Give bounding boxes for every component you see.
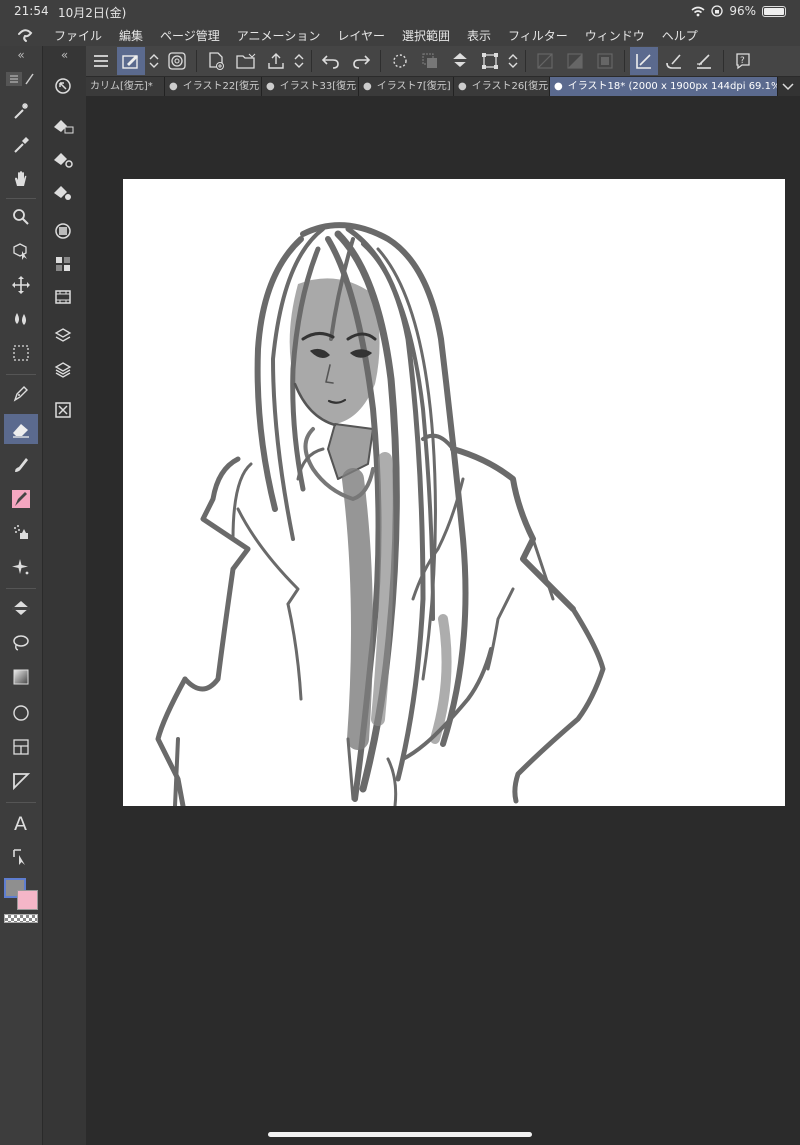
sub-tool-panel: « bbox=[42, 46, 86, 1145]
transform-options-icon[interactable] bbox=[505, 47, 521, 75]
menu-animation[interactable]: アニメーション bbox=[237, 27, 321, 44]
blend-icon[interactable] bbox=[4, 304, 38, 334]
selection-frame-icon[interactable] bbox=[591, 47, 619, 75]
auto-select-icon[interactable] bbox=[386, 47, 414, 75]
layer-property-icon[interactable] bbox=[49, 323, 77, 351]
airbrush-icon[interactable] bbox=[4, 518, 38, 548]
status-right: 96% bbox=[691, 4, 786, 18]
undo-icon[interactable] bbox=[317, 47, 345, 75]
menu-bar: ファイル 編集 ページ管理 アニメーション レイヤー 選択範囲 表示 フィルター… bbox=[0, 24, 800, 46]
tab-document-4[interactable]: ● イラスト7[復元] bbox=[359, 77, 454, 96]
menu-file[interactable]: ファイル bbox=[54, 27, 102, 44]
layers-icon[interactable] bbox=[49, 356, 77, 384]
object-select-icon[interactable] bbox=[4, 236, 38, 266]
battery-icon bbox=[762, 5, 786, 17]
menu-layer[interactable]: レイヤー bbox=[337, 27, 385, 44]
eyedropper-icon[interactable] bbox=[4, 130, 38, 160]
command-bar: ? bbox=[86, 46, 800, 76]
redo-icon[interactable] bbox=[347, 47, 375, 75]
balloon-icon[interactable] bbox=[4, 842, 38, 872]
sketch-artwork bbox=[155, 222, 606, 806]
text-icon[interactable]: A bbox=[4, 808, 38, 838]
tab-document-2[interactable]: ● イラスト22[復元 bbox=[165, 77, 262, 96]
help-icon[interactable]: ? bbox=[729, 47, 757, 75]
eraser-icon[interactable] bbox=[4, 414, 38, 444]
ruler-icon[interactable] bbox=[4, 766, 38, 796]
menu-edit[interactable]: 編集 bbox=[119, 27, 143, 44]
sub-eraser-icon[interactable] bbox=[49, 113, 77, 141]
clear-selection-icon[interactable] bbox=[531, 47, 559, 75]
snap-grid-icon[interactable] bbox=[690, 47, 718, 75]
ellipse-icon[interactable] bbox=[4, 698, 38, 728]
transparent-color-swatch[interactable] bbox=[4, 914, 38, 923]
rotation-lock-icon bbox=[711, 5, 723, 17]
hand-icon[interactable] bbox=[4, 164, 38, 194]
wifi-icon bbox=[691, 6, 705, 16]
svg-text:A: A bbox=[14, 813, 27, 834]
sub-texture-icon[interactable] bbox=[49, 179, 77, 207]
menu-window[interactable]: ウィンドウ bbox=[585, 27, 645, 44]
status-bar: 21:54 10月2日(金) 96% bbox=[0, 0, 800, 24]
fill-icon[interactable] bbox=[4, 594, 38, 624]
export-icon[interactable] bbox=[262, 47, 290, 75]
rotate-icon[interactable] bbox=[163, 47, 191, 75]
menu-icon[interactable] bbox=[87, 47, 115, 75]
collapse-second-button[interactable]: « bbox=[43, 46, 86, 64]
menu-selection[interactable]: 選択範囲 bbox=[402, 27, 450, 44]
menu-page[interactable]: ページ管理 bbox=[160, 27, 220, 44]
home-indicator[interactable] bbox=[268, 1132, 532, 1137]
color-wheel-icon[interactable] bbox=[49, 217, 77, 245]
selection-icon[interactable] bbox=[4, 338, 38, 368]
ruler-snap-icon[interactable] bbox=[630, 47, 658, 75]
pen-icon[interactable] bbox=[4, 378, 38, 408]
navigator-icon[interactable] bbox=[49, 72, 77, 100]
document-tabs: カリム[復元]* ● イラスト22[復元 ● イラスト33[復元 ● イラスト7[復元… bbox=[86, 77, 800, 96]
menu-help[interactable]: ヘルプ bbox=[662, 27, 698, 44]
invert-selection-icon[interactable] bbox=[561, 47, 589, 75]
open-folder-icon[interactable] bbox=[232, 47, 260, 75]
decoration-icon[interactable] bbox=[4, 484, 38, 514]
move-icon[interactable] bbox=[4, 270, 38, 300]
magic-wand-icon[interactable] bbox=[4, 96, 38, 126]
sub-color-swatch[interactable] bbox=[17, 890, 38, 910]
drawing-canvas[interactable] bbox=[123, 179, 785, 806]
color-set-icon[interactable] bbox=[49, 250, 77, 278]
tool-panel-menu-icon[interactable] bbox=[4, 68, 38, 90]
app-logo-icon[interactable] bbox=[10, 24, 40, 46]
frame-icon[interactable] bbox=[4, 732, 38, 762]
tab-document-5[interactable]: ● イラスト26[復元 bbox=[454, 77, 550, 96]
battery-percent: 96% bbox=[729, 4, 756, 18]
tab-document-3[interactable]: ● イラスト33[復元 bbox=[262, 77, 359, 96]
transform-icon[interactable] bbox=[476, 47, 504, 75]
lasso-icon[interactable] bbox=[4, 628, 38, 658]
gradient-icon[interactable] bbox=[4, 662, 38, 692]
brush-icon[interactable] bbox=[4, 450, 38, 480]
tab-document-1[interactable]: カリム[復元]* bbox=[86, 77, 165, 96]
svg-text:?: ? bbox=[740, 56, 745, 66]
timeline-icon[interactable] bbox=[49, 283, 77, 311]
zoom-icon[interactable] bbox=[4, 202, 38, 232]
menu-filter[interactable]: フィルター bbox=[508, 27, 568, 44]
status-time: 21:54 bbox=[14, 4, 49, 18]
new-canvas-icon[interactable] bbox=[202, 47, 230, 75]
status-date: 10月2日(金) bbox=[58, 6, 127, 20]
snap-special-ruler-icon[interactable] bbox=[660, 47, 688, 75]
tab-document-active[interactable]: ● イラスト18* (2000 x 1900px 144dpi 69.1%) bbox=[550, 77, 778, 96]
edit-mode-icon[interactable] bbox=[117, 47, 145, 75]
swap-icon[interactable] bbox=[146, 47, 162, 75]
collapse-left-button[interactable]: « bbox=[0, 46, 42, 64]
menu-view[interactable]: 表示 bbox=[467, 27, 491, 44]
export-options-icon[interactable] bbox=[291, 47, 307, 75]
copy-layer-icon[interactable] bbox=[416, 47, 444, 75]
tabs-dropdown-icon[interactable] bbox=[782, 77, 794, 96]
fill-bucket-icon[interactable] bbox=[446, 47, 474, 75]
material-icon[interactable] bbox=[49, 396, 77, 424]
sparkle-icon[interactable] bbox=[4, 552, 38, 582]
sub-fill-settings-icon[interactable] bbox=[49, 146, 77, 174]
